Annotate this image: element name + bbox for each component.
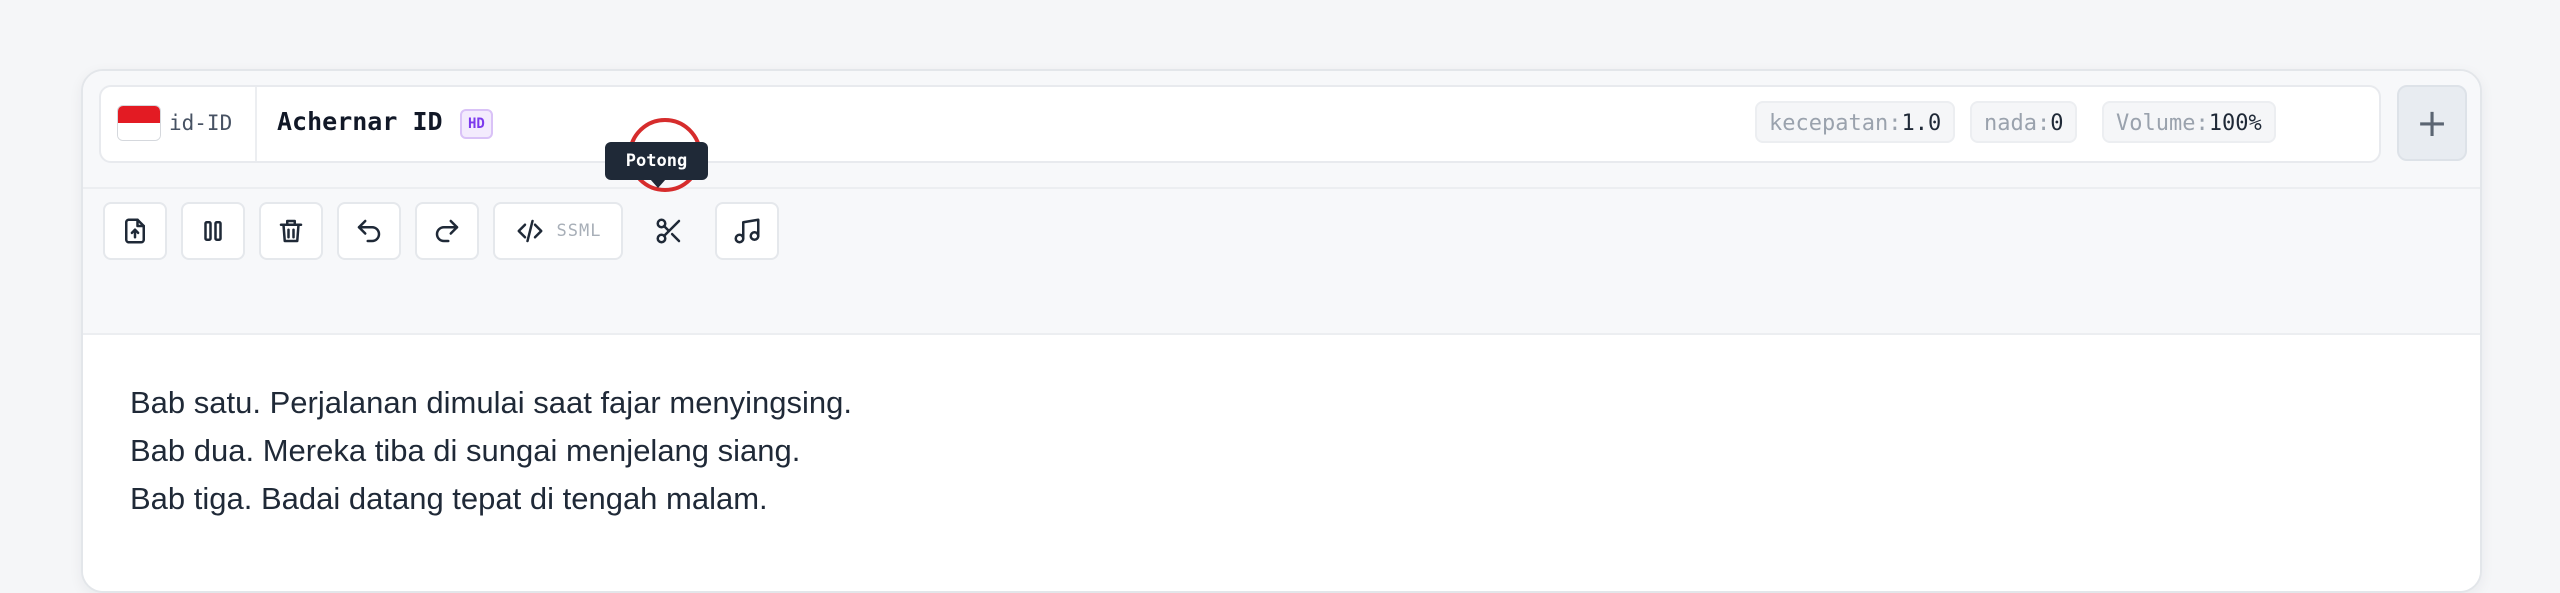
pitch-label: nada: [1984, 111, 2051, 136]
upload-file-button[interactable] [103, 202, 167, 260]
pitch-value: 0 [2050, 111, 2064, 136]
speed-value: 1.0 [1901, 111, 1942, 136]
cut-button[interactable] [637, 202, 701, 260]
music-note-icon [734, 218, 760, 244]
locale-selector[interactable]: id-ID [101, 87, 257, 161]
ssml-button[interactable]: SSML [493, 202, 623, 260]
voice-name: Achernar ID [277, 107, 443, 136]
speed-label: kecepatan: [1769, 111, 1902, 136]
volume-param[interactable]: Volume:100% [2102, 101, 2276, 143]
scissors-icon [656, 218, 681, 244]
speed-param[interactable]: kecepatan:1.0 [1755, 101, 1956, 143]
hd-badge: HD [460, 109, 493, 139]
trash-icon [279, 219, 303, 243]
voice-selector[interactable]: id-ID Achernar ID HD kecepatan:1.0 nada:… [99, 85, 2381, 163]
file-upload-icon [125, 218, 145, 244]
indonesia-flag-icon [117, 105, 161, 141]
redo-icon [435, 219, 459, 243]
cut-tooltip: Potong [605, 142, 708, 188]
editor-line-2: Bab dua. Mereka tiba di sungai menjelang… [130, 433, 801, 468]
pause-button[interactable] [181, 202, 245, 260]
code-icon [517, 219, 543, 243]
locale-code: id-ID [169, 111, 233, 135]
ssml-label: SSML [556, 221, 602, 241]
pitch-param[interactable]: nada:0 [1970, 101, 2078, 143]
undo-button[interactable] [337, 202, 401, 260]
undo-icon [357, 219, 381, 243]
volume-value: 100% [2208, 111, 2262, 136]
delete-button[interactable] [259, 202, 323, 260]
editor-line-1: Bab satu. Perjalanan dimulai saat fajar … [130, 385, 853, 420]
redo-button[interactable] [415, 202, 479, 260]
text-editor[interactable]: Bab satu. Perjalanan dimulai saat fajar … [83, 335, 2480, 591]
volume-label: Volume: [2116, 111, 2209, 136]
tts-editor-card: id-ID Achernar ID HD kecepatan:1.0 nada:… [81, 69, 2482, 593]
editor-toolbar: SSML [83, 187, 2480, 335]
music-button[interactable] [715, 202, 779, 260]
add-voice-button[interactable]: + [2397, 85, 2467, 161]
voice-header: id-ID Achernar ID HD kecepatan:1.0 nada:… [83, 71, 2480, 187]
editor-line-3: Bab tiga. Badai datang tepat di tengah m… [130, 481, 768, 516]
pause-icon [204, 221, 222, 241]
